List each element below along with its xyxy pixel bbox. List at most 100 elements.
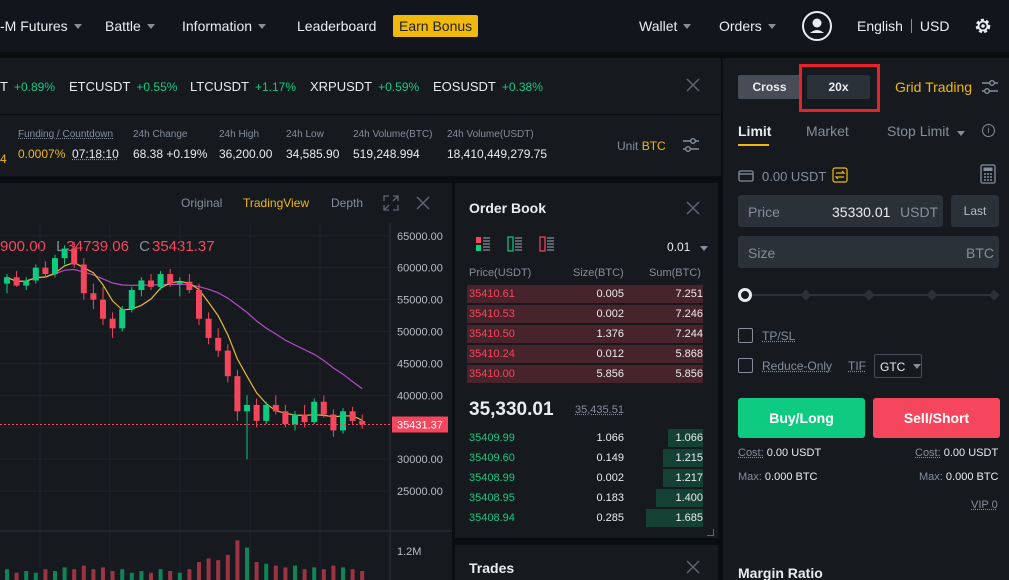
bid-row[interactable]: 35408.99 0.002 1.217 [467, 468, 703, 488]
price-input[interactable]: Price 35330.01 USDT [738, 195, 943, 227]
settings-button[interactable] [973, 0, 993, 52]
volume-bar [120, 569, 125, 580]
precision-selector[interactable]: 0.01 [667, 240, 709, 254]
volume-bar [72, 569, 77, 580]
nav-futures[interactable]: -M Futures [0, 0, 82, 52]
buy-long-button[interactable]: Buy/Long [738, 398, 865, 438]
nav-information[interactable]: Information [182, 0, 267, 52]
candle-body [4, 277, 10, 284]
ask-row[interactable]: 35410.53 0.002 7.246 [467, 304, 703, 324]
tif-select[interactable]: GTC [874, 354, 922, 378]
view-asks-button[interactable] [539, 236, 555, 255]
row-sum: 1.400 [675, 492, 703, 504]
volume-bar [225, 554, 230, 580]
chart-tabs: Original TradingView Depth [0, 183, 452, 223]
orderbook-both-icon [476, 237, 490, 251]
tif-label: TIF [848, 359, 866, 373]
resize-handle-icon[interactable] [707, 529, 714, 536]
tab-stop-limit[interactable]: Stop Limit [887, 123, 966, 139]
size-slider[interactable] [738, 287, 1000, 303]
orderbook-bids-icon [507, 236, 522, 252]
user-avatar-button[interactable] [801, 0, 833, 52]
ticker-item[interactable]: ETCUSDT +0.55% [69, 79, 177, 94]
top-navigation: -M Futures Battle Information Leaderboar… [0, 0, 1009, 52]
vip-level-link[interactable]: VIP 0 [971, 499, 998, 511]
price-chart[interactable]: 65000.00 60000.00 55000.00 50000.00 45000.00… [0, 223, 452, 580]
tab-depth[interactable]: Depth [331, 196, 363, 210]
candle-body [263, 404, 270, 421]
trade-settings-button[interactable] [981, 79, 999, 98]
close-chart-button[interactable] [416, 196, 430, 213]
volume-bar [53, 571, 57, 580]
transfer-button[interactable] [832, 166, 848, 186]
row-size: 0.183 [596, 492, 624, 504]
close-ticker-button[interactable] [686, 78, 700, 95]
mark-price: 35,435.51 [575, 404, 624, 416]
slider-thumb[interactable] [738, 288, 752, 302]
close-trades-button[interactable] [686, 560, 700, 577]
grid-trading-link[interactable]: Grid Trading [895, 79, 972, 95]
ask-row[interactable]: 35410.50 1.376 7.244 [467, 324, 703, 344]
tab-limit[interactable]: Limit [738, 123, 771, 139]
row-sum: 5.868 [675, 348, 703, 360]
nav-battle[interactable]: Battle [105, 0, 155, 52]
ticker-item[interactable]: EOSUSDT +0.38% [433, 79, 543, 94]
volume-bar [360, 571, 365, 580]
ticker-item[interactable]: LTCUSDT +1.17% [190, 79, 296, 94]
unit-selector[interactable]: Unit BTC [617, 139, 666, 153]
volume-bar [197, 562, 201, 580]
volume-bar [5, 569, 9, 580]
ticker-item[interactable]: T +0.89% [0, 79, 55, 94]
close-orderbook-button[interactable] [686, 201, 700, 218]
candle-body [224, 350, 231, 377]
nav-wallet[interactable]: Wallet [639, 0, 692, 52]
sell-short-button[interactable]: Sell/Short [873, 398, 1000, 438]
chevron-down-icon [73, 23, 82, 29]
tab-tradingview[interactable]: TradingView [243, 196, 309, 210]
volume-bar [139, 571, 144, 580]
bid-row[interactable]: 35409.99 1.066 1.066 [467, 428, 703, 448]
volume-bar [302, 569, 307, 580]
nav-leaderboard[interactable]: Leaderboard [297, 0, 376, 52]
calculator-icon [980, 164, 996, 184]
language-currency-selector[interactable]: English USD [857, 0, 949, 52]
bid-row[interactable]: 35408.95 0.183 1.400 [467, 488, 703, 508]
size-input[interactable]: Size BTC [738, 236, 999, 268]
last-price-button[interactable]: Last [951, 195, 999, 227]
y-tick-label: 60000.00 [397, 263, 443, 275]
gear-icon [975, 18, 991, 34]
reduce-only-checkbox[interactable] [738, 358, 753, 373]
row-price: 35408.94 [469, 512, 515, 524]
tab-original[interactable]: Original [181, 196, 222, 210]
candle-body [119, 309, 126, 329]
candle-body [90, 293, 97, 300]
ask-row[interactable]: 35410.00 5.856 5.856 [467, 364, 703, 384]
candle-body [340, 411, 346, 431]
info-icon[interactable]: i [982, 124, 995, 137]
ask-row[interactable]: 35410.61 0.005 7.251 [467, 284, 703, 304]
view-bids-button[interactable] [507, 236, 523, 255]
candle-body [167, 274, 174, 284]
ticker-item[interactable]: XRPUSDT +0.59% [310, 79, 419, 94]
bid-row[interactable]: 35408.94 0.285 1.685 [467, 508, 703, 528]
ask-row[interactable]: 35410.24 0.012 5.868 [467, 344, 703, 364]
margin-mode-button[interactable]: Cross [738, 75, 801, 99]
tpsl-checkbox[interactable] [738, 328, 753, 343]
calculator-button[interactable] [980, 164, 996, 187]
expand-chart-button[interactable] [383, 195, 399, 214]
view-both-button[interactable] [475, 236, 491, 255]
ticker-bar: T +0.89% ETCUSDT +0.55% LTCUSDT +1.17% XRPU… [0, 58, 721, 114]
margin-ratio-title: Margin Ratio [738, 565, 823, 580]
candle-body [138, 280, 145, 291]
chart-panel: Original TradingView Depth 900.00 L 34739… [0, 183, 452, 580]
tpsl-label: TP/SL [762, 329, 796, 343]
row-price: 35410.00 [469, 368, 515, 380]
display-settings-button[interactable] [682, 137, 700, 156]
row-sum: 7.244 [675, 328, 703, 340]
tab-market[interactable]: Market [806, 123, 849, 139]
nav-orders[interactable]: Orders [719, 0, 776, 52]
volume-bar [350, 569, 355, 580]
bid-row[interactable]: 35409.60 0.149 1.215 [467, 448, 703, 468]
earn-bonus-button[interactable]: Earn Bonus [393, 0, 479, 52]
row-size: 0.149 [596, 452, 624, 464]
